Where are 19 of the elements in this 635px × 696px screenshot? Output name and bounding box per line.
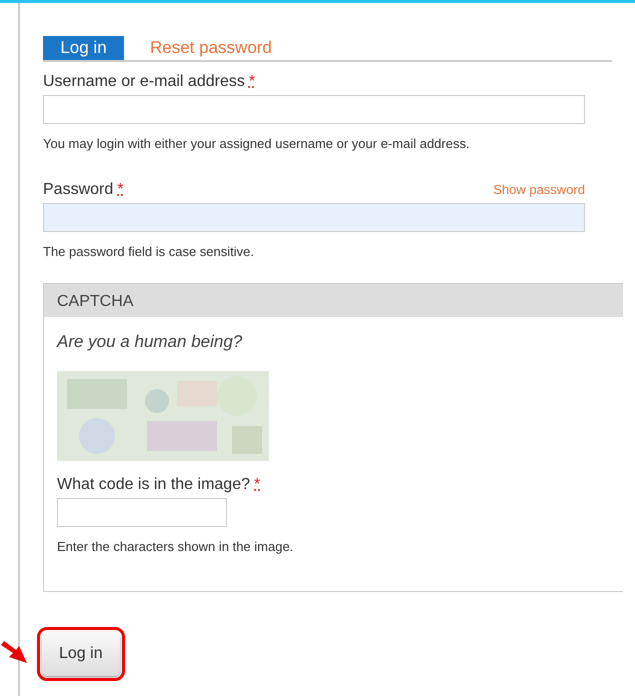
required-mark: * [254,476,260,492]
help-text: You may login with either your assigned username or your e-mail address. [43,135,471,153]
tab[interactable]: Reset password [150,36,272,60]
tab[interactable]: Log in [43,36,124,60]
required-mark: * [117,180,124,198]
help-text: The password field is case sensitive. [43,242,255,261]
fieldset-title: CAPTCHA [44,284,623,317]
show-password-link[interactable]: Show password [493,180,585,200]
field-label: What code is in the image? [57,476,250,492]
required-mark: * [248,73,256,90]
field-label: Username or e-mail address [43,73,245,90]
input-field[interactable] [57,498,227,526]
login-button[interactable]: Log in [42,632,120,676]
input-field[interactable] [43,202,585,232]
help-text: Enter the characters shown in the image. [57,538,294,556]
input-field[interactable] [43,95,585,124]
captcha-question: Are you a human being? [57,331,244,353]
arrow-icon [1,641,27,665]
field-label: Password [43,180,114,198]
